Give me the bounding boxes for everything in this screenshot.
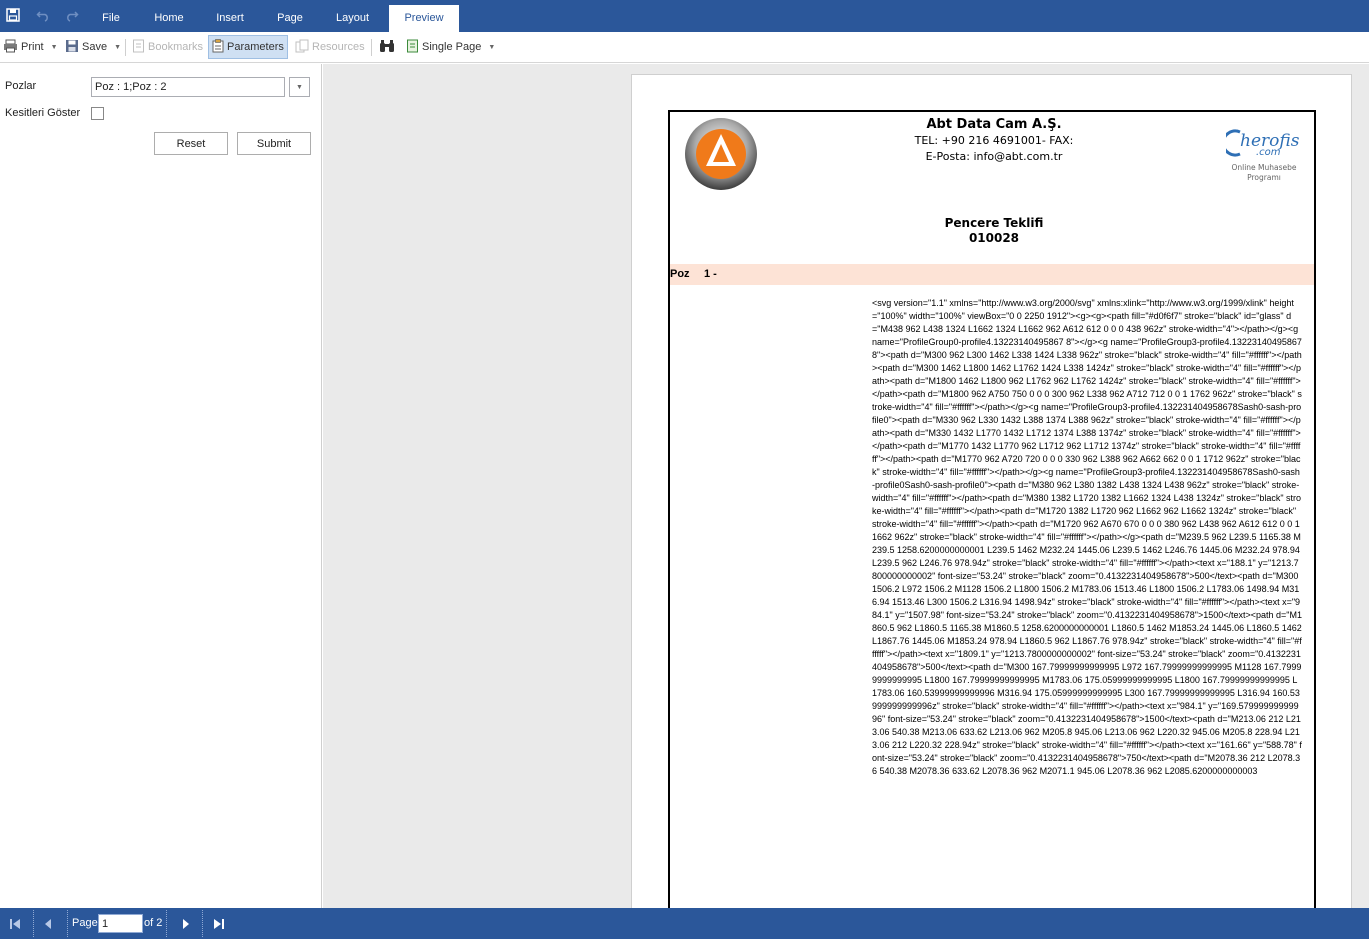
company-email: E-Posta: info@abt.com.tr xyxy=(925,150,1063,163)
tab-insert[interactable]: Insert xyxy=(205,5,255,32)
pozlar-label: Pozlar xyxy=(5,80,37,92)
pager-bar: Page of 2 xyxy=(0,908,1369,939)
cherofis-logo-com: .com xyxy=(1256,147,1281,158)
last-page-button[interactable] xyxy=(211,916,227,932)
chevron-down-icon: ▼ xyxy=(488,43,496,51)
parameters-label: Parameters xyxy=(227,41,284,53)
parameters-button[interactable]: Parameters xyxy=(208,35,288,59)
kesitleri-goster-label: Kesitleri Göster xyxy=(5,107,81,119)
pager-divider xyxy=(33,910,34,937)
company-phone: TEL: +90 216 4691001- FAX: xyxy=(914,134,1074,147)
poz-content: <svg version="1.1" xmlns="http://www.w3.… xyxy=(668,285,1316,908)
previous-page-button[interactable] xyxy=(40,916,56,932)
kesitleri-goster-checkbox[interactable] xyxy=(91,107,104,120)
cherofis-tagline-2: Programı xyxy=(1247,173,1281,182)
poz-value: 1 - xyxy=(704,268,717,280)
previous-page-icon xyxy=(45,919,51,929)
bookmarks-icon xyxy=(132,39,145,56)
pager-divider xyxy=(202,910,203,937)
report-header: Abt Data Cam A.Ş. TEL: +90 216 4691001- … xyxy=(668,110,1316,266)
resources-button[interactable]: Resources xyxy=(292,35,368,59)
resources-label: Resources xyxy=(312,41,365,53)
preview-toolbar: Print ▼ Save ▼ Bookmarks Parameters Reso… xyxy=(0,32,1369,63)
cherofis-tagline-1: Online Muhasebe xyxy=(1231,163,1296,172)
page-number-input[interactable] xyxy=(98,914,143,933)
poz-section-bar: Poz 1 - xyxy=(668,264,1316,285)
last-page-icon xyxy=(214,919,224,929)
bookmarks-button[interactable]: Bookmarks xyxy=(129,35,206,59)
tab-page[interactable]: Page xyxy=(267,5,313,32)
document-title: Pencere Teklifi xyxy=(944,216,1044,230)
view-mode-label: Single Page xyxy=(422,41,482,53)
save-label: Save xyxy=(82,41,108,53)
poz-label: Poz xyxy=(670,268,690,280)
save-icon[interactable] xyxy=(4,6,22,24)
tab-preview[interactable]: Preview xyxy=(389,5,459,32)
tab-file[interactable]: File xyxy=(92,5,130,32)
single-page-icon xyxy=(406,39,419,56)
document-number: 010028 xyxy=(968,231,1020,245)
report-page: Abt Data Cam A.Ş. TEL: +90 216 4691001- … xyxy=(631,74,1352,908)
pozlar-dropdown-button[interactable]: ▼ xyxy=(289,77,310,97)
pozlar-input[interactable] xyxy=(91,77,285,97)
first-page-button[interactable] xyxy=(7,916,23,932)
tab-home[interactable]: Home xyxy=(142,5,196,32)
reset-button[interactable]: Reset xyxy=(154,132,228,155)
pager-divider xyxy=(166,910,167,937)
toolbar-divider xyxy=(371,39,372,56)
bookmarks-label: Bookmarks xyxy=(148,41,204,53)
cherofis-logo: herofis .com Online Muhasebe Programı xyxy=(1221,122,1302,186)
svg-markup-text: <svg version="1.1" xmlns="http://www.w3.… xyxy=(872,298,1303,776)
next-page-button[interactable] xyxy=(178,916,194,932)
floppy-icon xyxy=(65,39,79,56)
page-label: Page xyxy=(72,917,98,929)
redo-icon[interactable] xyxy=(63,6,81,24)
printer-icon xyxy=(3,39,18,56)
page-count-label: of 2 xyxy=(144,917,163,929)
chevron-down-icon: ▼ xyxy=(50,43,58,51)
chevron-down-icon: ▼ xyxy=(114,43,122,51)
company-logo xyxy=(683,116,759,192)
print-button[interactable]: Print ▼ xyxy=(0,35,61,59)
first-page-icon xyxy=(10,919,20,929)
save-button[interactable]: Save ▼ xyxy=(62,35,124,59)
tab-layout[interactable]: Layout xyxy=(325,5,380,32)
ribbon-tab-bar: File Home Insert Page Layout Preview xyxy=(0,0,1369,32)
parameters-panel: Pozlar ▼ Kesitleri Göster Reset Submit xyxy=(0,64,322,908)
view-mode-button[interactable]: Single Page ▼ xyxy=(403,35,498,59)
binoculars-icon xyxy=(379,39,395,56)
resources-icon xyxy=(295,39,309,56)
company-name: Abt Data Cam A.Ş. xyxy=(926,117,1062,132)
submit-button[interactable]: Submit xyxy=(237,132,311,155)
undo-icon[interactable] xyxy=(34,6,52,24)
pager-divider xyxy=(67,910,68,937)
next-page-icon xyxy=(183,919,189,929)
parameters-icon xyxy=(212,38,224,56)
print-label: Print xyxy=(21,41,44,53)
toolbar-divider xyxy=(125,39,126,56)
find-button[interactable] xyxy=(376,35,398,59)
chevron-down-icon: ▼ xyxy=(296,83,303,91)
report-preview-area[interactable]: Abt Data Cam A.Ş. TEL: +90 216 4691001- … xyxy=(323,64,1369,908)
